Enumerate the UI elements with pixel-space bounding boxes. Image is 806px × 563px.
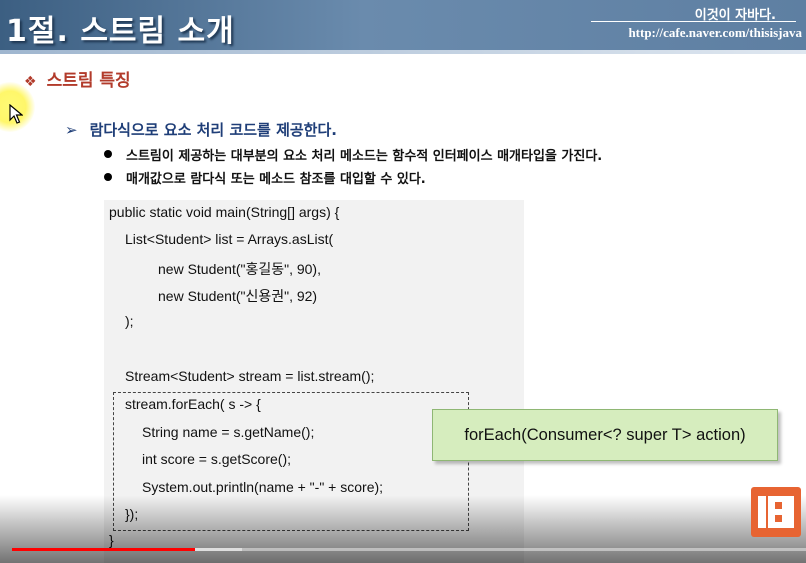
code-line: List<Student> list = Arrays.asList( xyxy=(125,231,334,247)
brand-url: http://cafe.naver.com/thisisjava xyxy=(628,25,802,40)
arrow-bullet-icon: ➢ xyxy=(65,121,78,139)
section-heading: ❖ 스트림 특징 xyxy=(24,66,131,91)
video-played-bar xyxy=(12,548,195,551)
slide-header: 1절. 스트림 소개 이것이 자바다. http://cafe.naver.co… xyxy=(0,0,806,50)
bullet-dot-icon xyxy=(104,150,112,158)
code-line: ); xyxy=(125,313,134,329)
video-progress-bar[interactable] xyxy=(12,548,806,551)
brand-divider xyxy=(591,21,796,22)
bullet-point: 매개값으로 람다식 또는 메소드 참조를 대입할 수 있다. xyxy=(104,168,426,187)
slide-title: 1절. 스트림 소개 xyxy=(6,14,235,49)
callout-text: forEach(Consumer<? super T> action) xyxy=(464,425,746,444)
foreach-signature-callout: forEach(Consumer<? super T> action) xyxy=(432,409,778,461)
channel-logo-glyph xyxy=(758,496,794,528)
subheading: ➢ 람다식으로 요소 처리 코드를 제공한다. xyxy=(65,119,337,140)
channel-logo-icon[interactable] xyxy=(751,487,801,537)
header-underline xyxy=(0,50,806,54)
code-line: new Student("홍길동", 90), xyxy=(158,261,321,277)
video-controls-shade xyxy=(0,495,806,563)
code-line: public static void main(String[] args) { xyxy=(109,204,340,220)
subheading-text: 람다식으로 요소 처리 코드를 제공한다. xyxy=(89,121,337,139)
mouse-pointer-icon xyxy=(9,104,23,124)
section-title: 스트림 특징 xyxy=(46,71,131,91)
bullet-point-text: 매개값으로 람다식 또는 메소드 참조를 대입할 수 있다. xyxy=(126,172,426,187)
bullet-dot-icon xyxy=(104,173,112,181)
bullet-point: 스트림이 제공하는 대부분의 요소 처리 메소드는 함수적 인터페이스 매개타입… xyxy=(104,145,602,164)
code-line: new Student("신용권", 92) xyxy=(158,288,318,304)
bullet-point-text: 스트림이 제공하는 대부분의 요소 처리 메소드는 함수적 인터페이스 매개타입… xyxy=(126,149,603,164)
code-line: Stream<Student> stream = list.stream(); xyxy=(125,368,375,384)
